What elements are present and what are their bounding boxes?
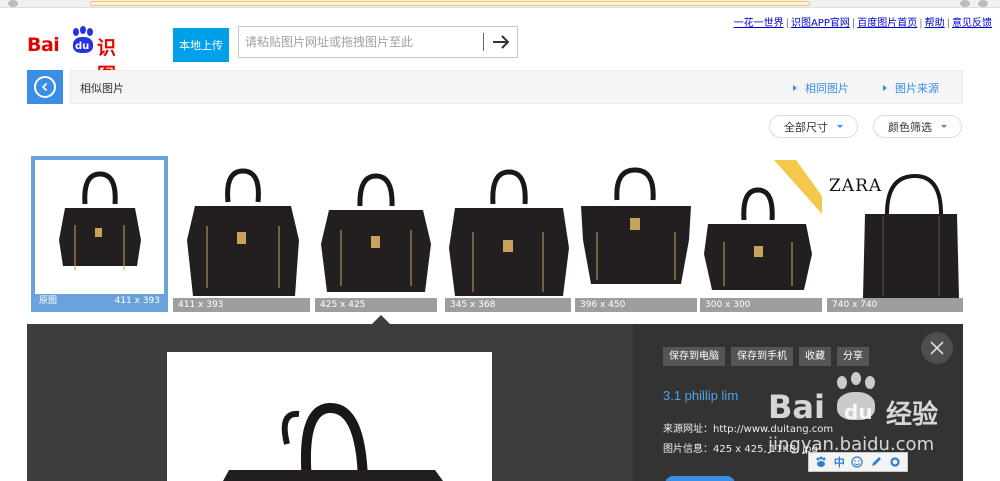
save-to-pc-button[interactable]: 保存到电脑 <box>663 347 725 366</box>
original-size: 411 x 393 <box>114 296 160 306</box>
close-button[interactable] <box>921 332 953 364</box>
detail-sidebar: 保存到电脑 保存到手机 收藏 分享 3.1 phillip lim 来源网址：h… <box>633 324 963 481</box>
thumb-label: 345 x 368 <box>445 298 571 312</box>
logo-text-du: du <box>75 41 90 52</box>
search-divider <box>483 33 484 51</box>
original-tag: 原图 <box>39 296 58 306</box>
search-input[interactable] <box>245 32 481 52</box>
bag-image <box>449 169 569 296</box>
window-dot-icon <box>978 0 988 7</box>
link-user[interactable]: 一花一世界 <box>734 18 784 29</box>
link-help[interactable]: 帮助 <box>925 18 945 29</box>
thumb-item[interactable]: 411 x 393 <box>173 156 310 312</box>
ime-toolbar[interactable]: 中 <box>808 452 908 472</box>
size-filter[interactable]: 全部尺寸 <box>769 115 858 138</box>
thumb-label: 411 x 393 <box>173 298 310 312</box>
thumb-item[interactable]: 345 x 368 <box>445 156 571 312</box>
save-to-phone-button[interactable]: 保存到手机 <box>731 347 793 366</box>
info-row: 图片信息：425 x 425, 11KB, jpg <box>663 440 818 455</box>
more-button[interactable] <box>665 476 735 481</box>
tab-image-source-label: 图片来源 <box>895 82 939 95</box>
bag-image <box>59 171 141 270</box>
link-feedback[interactable]: 意见反馈 <box>952 18 992 29</box>
similar-images-strip: 原图 411 x 393 411 x 393 425 x 425 345 x 3… <box>27 156 963 314</box>
thumb-item[interactable]: 396 x 450 <box>575 156 697 312</box>
action-buttons: 保存到电脑 保存到手机 收藏 分享 <box>663 347 869 366</box>
thumb-label: 425 x 425 <box>315 298 437 312</box>
tab-same-images-label: 相同图片 <box>805 82 849 95</box>
thumb-label: 740 x 740 <box>827 298 963 312</box>
close-icon <box>930 341 944 355</box>
logo-text-en: Bai <box>27 34 60 56</box>
gear-icon[interactable] <box>889 456 901 468</box>
link-app[interactable]: 识图APP官网 <box>791 18 850 29</box>
color-filter[interactable]: 颜色筛选 <box>873 115 962 138</box>
thumb-item[interactable]: 300 x 300 <box>700 156 822 312</box>
page-title: 相似图片 <box>80 82 124 95</box>
source-label: 来源网址： <box>663 424 713 435</box>
arrow-right-icon[interactable] <box>489 31 513 53</box>
search-box <box>238 26 518 58</box>
bag-image <box>581 167 691 284</box>
top-links: 一花一世界 | 识图APP官网 | 百度图片首页 | 帮助 | 意见反馈 <box>733 18 992 29</box>
smiley-icon[interactable] <box>851 456 864 468</box>
thumb-item[interactable]: 425 x 425 <box>315 156 437 312</box>
tab-image-source[interactable]: 图片来源 <box>883 80 939 96</box>
tote-bag-image <box>863 173 959 298</box>
share-button[interactable]: 分享 <box>837 347 869 366</box>
thumb-label: 原图 411 x 393 <box>35 294 164 308</box>
chevron-left-icon <box>34 76 56 98</box>
thumb-label: 300 x 300 <box>700 298 822 312</box>
info-label: 图片信息： <box>663 444 713 455</box>
size-filter-label: 全部尺寸 <box>784 120 828 134</box>
caret-down-icon <box>837 125 843 128</box>
back-button[interactable] <box>27 70 63 104</box>
source-url[interactable]: http://www.duitang.com <box>713 424 833 435</box>
window-dot-icon <box>960 0 970 7</box>
link-image-home[interactable]: 百度图片首页 <box>857 18 917 29</box>
browser-top-strip <box>0 0 1000 8</box>
bag-image <box>321 173 431 292</box>
thumb-original[interactable]: 原图 411 x 393 <box>31 156 168 312</box>
baidu-shitu-logo[interactable]: Bai du 识图 <box>27 26 131 86</box>
tab-same-images[interactable]: 相同图片 <box>793 80 849 96</box>
info-value: 425 x 425, 11KB, jpg <box>713 444 818 455</box>
address-bar-edge <box>90 1 810 6</box>
image-title[interactable]: 3.1 phillip lim <box>663 388 738 403</box>
large-preview[interactable] <box>167 352 492 481</box>
selection-pointer <box>372 315 390 324</box>
bag-image <box>187 168 299 296</box>
ime-mode-label[interactable]: 中 <box>834 454 845 470</box>
nav-bar: 相似图片 相同图片 图片来源 <box>70 70 963 104</box>
local-upload-button[interactable]: 本地上传 <box>173 28 229 62</box>
window-dot-icon <box>8 0 18 7</box>
favorite-button[interactable]: 收藏 <box>799 347 831 366</box>
color-filter-label: 颜色筛选 <box>888 120 932 134</box>
caret-down-icon <box>941 125 947 128</box>
thumb-item[interactable]: ZARA 740 x 740 <box>827 156 963 312</box>
pen-icon[interactable] <box>870 456 882 468</box>
result-nav: 相似图片 相同图片 图片来源 <box>27 70 963 104</box>
bag-image <box>704 160 822 290</box>
thumb-label: 396 x 450 <box>575 298 697 312</box>
paw-icon[interactable] <box>815 456 827 468</box>
bag-image <box>223 403 443 481</box>
source-row: 来源网址：http://www.duitang.com <box>663 420 833 435</box>
